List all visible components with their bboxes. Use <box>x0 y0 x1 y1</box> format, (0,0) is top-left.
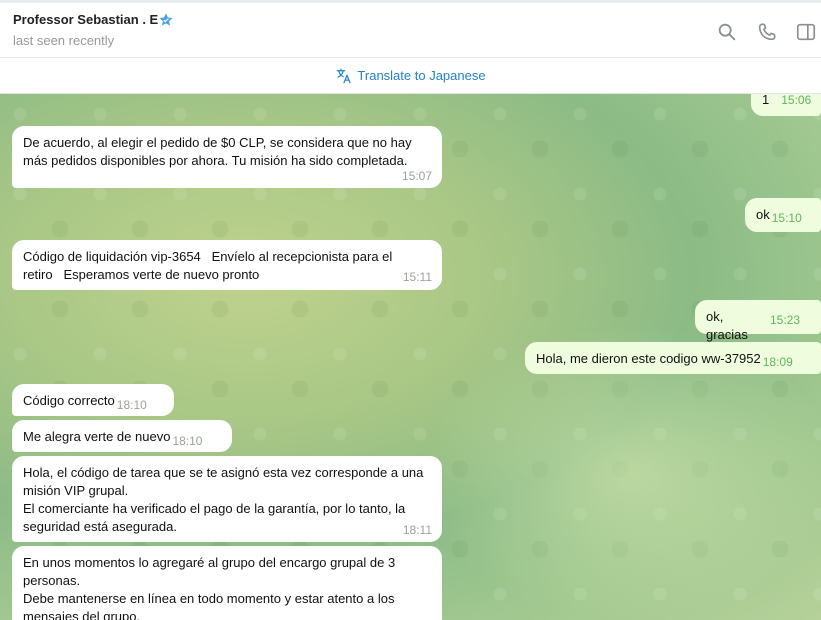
message-incoming[interactable]: Me alegra verte de nuevo 18:10 <box>12 420 232 452</box>
verified-star-icon <box>159 13 173 26</box>
contact-name[interactable]: Professor Sebastian . E <box>13 12 158 27</box>
message-incoming[interactable]: Código de liquidación vip-3654 Envíelo a… <box>12 240 442 290</box>
message-text: ok <box>756 207 770 222</box>
translate-button[interactable]: Translate to Japanese <box>335 67 486 85</box>
search-icon[interactable] <box>716 21 738 43</box>
message-time: 15:07 <box>401 169 432 183</box>
message-time: 15:11 <box>402 270 432 284</box>
chat-area[interactable]: 1 15:06 De acuerdo, al elegir el pedido … <box>0 94 821 620</box>
message-incoming[interactable]: Hola, el código de tarea que se te asign… <box>12 456 442 542</box>
message-text: Me alegra verte de nuevo <box>23 429 171 444</box>
message-text: 1 <box>762 94 770 107</box>
message-incoming[interactable]: En unos momentos lo agregaré al grupo de… <box>12 546 442 620</box>
message-text: Código correcto <box>23 393 115 408</box>
message-outgoing[interactable]: Hola, me dieron este codigo ww-37952 18:… <box>525 342 821 374</box>
message-time: 18:10 <box>172 434 203 448</box>
phone-icon[interactable] <box>756 21 778 43</box>
message-outgoing[interactable]: ok, gracias 15:23 <box>695 300 821 342</box>
message-time: 18:09 <box>762 355 793 369</box>
message-incoming[interactable]: De acuerdo, al elegir el pedido de $0 CL… <box>12 126 442 188</box>
message-time: 15:23 <box>769 313 800 327</box>
translate-label: Translate to Japanese <box>357 68 486 83</box>
sidebar-toggle-icon[interactable] <box>795 21 817 43</box>
message-time: 15:06 <box>781 94 812 107</box>
message-outgoing[interactable]: ok 15:10 <box>745 198 821 232</box>
translate-icon <box>337 68 352 83</box>
contact-status: last seen recently <box>13 33 115 48</box>
message-time: 18:10 <box>116 398 147 412</box>
message-text: ok, gracias <box>706 309 748 342</box>
translate-bar: Translate to Japanese <box>0 58 821 94</box>
message-incoming[interactable]: Código correcto 18:10 <box>12 384 174 416</box>
message-text: Hola, el código de tarea que se te asign… <box>23 465 424 534</box>
message-outgoing[interactable]: 1 15:06 <box>751 94 821 116</box>
message-text: En unos momentos lo agregaré al grupo de… <box>23 555 396 620</box>
chat-header: Professor Sebastian . E last seen recent… <box>0 0 821 58</box>
message-time: 18:11 <box>402 523 432 537</box>
message-time: 15:10 <box>771 211 802 225</box>
message-text: De acuerdo, al elegir el pedido de $0 CL… <box>23 135 416 168</box>
message-text: Código de liquidación vip-3654 Envíelo a… <box>23 249 396 282</box>
message-text: Hola, me dieron este codigo ww-37952 <box>536 351 761 366</box>
